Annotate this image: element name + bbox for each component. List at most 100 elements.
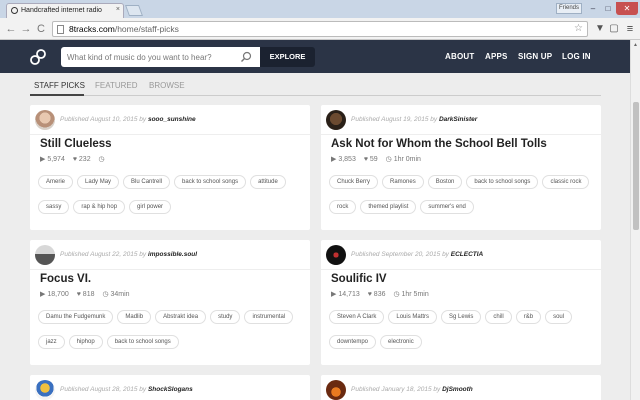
likes-count: ♥ 232 bbox=[72, 156, 91, 163]
browser-toolbar: ← → C 8tracks.com/home/staff-picks ☆ ▼ ▢… bbox=[0, 18, 640, 40]
card-divider bbox=[321, 269, 601, 270]
address-bar[interactable]: 8tracks.com/home/staff-picks ☆ bbox=[52, 21, 588, 37]
tag[interactable]: Chuck Berry bbox=[329, 175, 379, 189]
username-link[interactable]: ShockSlogans bbox=[148, 386, 193, 393]
username-link[interactable]: sooo_sunshine bbox=[148, 116, 196, 123]
reload-icon[interactable]: C bbox=[34, 22, 48, 36]
mix-title[interactable]: Focus VI. bbox=[40, 273, 91, 285]
tag[interactable]: Madlib bbox=[117, 310, 152, 324]
tab-featured[interactable]: FEATURED bbox=[95, 81, 138, 90]
tag[interactable]: Blu Cantrell bbox=[123, 175, 171, 189]
tag[interactable]: Abstrakt idea bbox=[155, 310, 207, 324]
mix-title[interactable]: Still Clueless bbox=[40, 138, 112, 150]
browser-tab[interactable]: Handcrafted internet radio × bbox=[6, 3, 124, 18]
tag[interactable]: Ramones bbox=[382, 175, 424, 189]
tag[interactable]: rock bbox=[329, 200, 357, 214]
browser-tab-title: Handcrafted internet radio bbox=[21, 7, 102, 14]
mix-card[interactable]: Published September 20, 2015 by ECLECTIA… bbox=[321, 240, 601, 365]
published-date: Published September 20, 2015 by bbox=[351, 251, 449, 258]
tag[interactable]: Steven A Clark bbox=[329, 310, 385, 324]
scroll-up-arrow-icon[interactable]: ▲ bbox=[633, 42, 638, 48]
mix-title[interactable]: Ask Not for Whom the School Bell Tolls bbox=[331, 138, 547, 150]
username-link[interactable]: impossible.soul bbox=[148, 251, 197, 258]
nav-apps-link[interactable]: APPS bbox=[485, 52, 508, 61]
avatar[interactable] bbox=[326, 380, 346, 400]
tag[interactable]: soul bbox=[545, 310, 573, 324]
tag[interactable]: themed playlist bbox=[360, 200, 417, 214]
duration-icon: ◷ bbox=[98, 156, 105, 163]
profile-button[interactable]: Friends bbox=[556, 3, 582, 14]
mix-card[interactable]: Published August 10, 2015 by sooo_sunshi… bbox=[30, 105, 310, 230]
active-tab-indicator bbox=[30, 94, 84, 96]
tag[interactable]: sassy bbox=[38, 200, 70, 214]
avatar[interactable] bbox=[35, 380, 55, 400]
tag[interactable]: Sg Lewis bbox=[441, 310, 482, 324]
tag[interactable]: Amerie bbox=[38, 175, 74, 189]
mix-card[interactable]: Published August 19, 2015 by DarkSiniste… bbox=[321, 105, 601, 230]
tag[interactable]: Lady May bbox=[77, 175, 120, 189]
avatar[interactable] bbox=[326, 110, 346, 130]
published-info: Published August 22, 2015 by impossible.… bbox=[60, 251, 197, 258]
chrome-menu-icon[interactable]: ≡ bbox=[624, 23, 636, 35]
tag[interactable]: hiphop bbox=[68, 335, 103, 349]
avatar[interactable] bbox=[326, 245, 346, 265]
username-link[interactable]: DjSmooth bbox=[442, 386, 473, 393]
mix-card[interactable]: Published January 18, 2015 by DjSmooth bbox=[321, 375, 601, 400]
tag[interactable]: Boston bbox=[427, 175, 463, 189]
mix-title[interactable]: Soulific IV bbox=[331, 273, 387, 285]
page-scrollbar[interactable]: ▲ bbox=[630, 40, 640, 400]
mix-stats: ▶ 18,700 ♥ 818 ◷ 34min bbox=[40, 290, 136, 298]
tag[interactable]: downtempo bbox=[329, 335, 377, 349]
tab-staff-picks[interactable]: STAFF PICKS bbox=[34, 81, 85, 90]
maximize-button[interactable]: □ bbox=[601, 2, 615, 15]
tag[interactable]: chill bbox=[485, 310, 512, 324]
extension-icon[interactable]: ▼ bbox=[594, 23, 606, 35]
bookmark-star-icon[interactable]: ☆ bbox=[574, 23, 583, 34]
explore-button[interactable]: EXPLORE bbox=[260, 47, 315, 67]
avatar[interactable] bbox=[35, 245, 55, 265]
mix-card[interactable]: Published August 22, 2015 by impossible.… bbox=[30, 240, 310, 365]
mix-stats: ▶ 3,853 ♥ 59 ◷ 1hr 0min bbox=[331, 155, 427, 163]
back-arrow-icon[interactable]: ← bbox=[4, 22, 18, 36]
tag[interactable]: girl power bbox=[129, 200, 172, 214]
tab-browse[interactable]: BROWSE bbox=[149, 81, 185, 90]
close-tab-icon[interactable]: × bbox=[116, 6, 120, 13]
username-link[interactable]: ECLECTIA bbox=[451, 251, 484, 258]
new-tab-button[interactable] bbox=[124, 5, 144, 16]
tag[interactable]: Damu the Fudgemunk bbox=[38, 310, 114, 324]
minimize-button[interactable]: – bbox=[586, 2, 600, 15]
tag[interactable]: r&b bbox=[515, 310, 542, 324]
scrollbar-thumb[interactable] bbox=[633, 102, 639, 230]
nav-login-link[interactable]: LOG IN bbox=[562, 52, 591, 61]
tag[interactable]: back to school songs bbox=[466, 175, 539, 189]
published-info: Published August 10, 2015 by sooo_sunshi… bbox=[60, 116, 196, 123]
tag[interactable]: back to school songs bbox=[174, 175, 247, 189]
mix-stats: ▶ 14,713 ♥ 836 ◷ 1hr 5min bbox=[331, 290, 435, 298]
tag[interactable]: electronic bbox=[380, 335, 422, 349]
tag[interactable]: back to school songs bbox=[106, 335, 179, 349]
likes-count: ♥ 836 bbox=[367, 291, 386, 298]
tag[interactable]: classic rock bbox=[542, 175, 590, 189]
forward-arrow-icon[interactable]: → bbox=[19, 22, 33, 36]
tag[interactable]: Louis Mattrs bbox=[388, 310, 438, 324]
nav-signup-link[interactable]: SIGN UP bbox=[518, 52, 552, 61]
nav-about-link[interactable]: ABOUT bbox=[445, 52, 474, 61]
extension-icon-2[interactable]: ▢ bbox=[608, 23, 620, 35]
mix-card[interactable]: Published August 28, 2015 by ShockSlogan… bbox=[30, 375, 310, 400]
avatar[interactable] bbox=[35, 110, 55, 130]
url-path: /home/staff-picks bbox=[114, 24, 179, 34]
published-date: Published August 10, 2015 by bbox=[60, 116, 147, 123]
8tracks-logo-icon[interactable] bbox=[29, 48, 47, 66]
tag[interactable]: summer's end bbox=[420, 200, 474, 214]
tag[interactable]: study bbox=[210, 310, 241, 324]
published-date: Published August 19, 2015 by bbox=[351, 116, 438, 123]
username-link[interactable]: DarkSinister bbox=[439, 116, 477, 123]
tag[interactable]: rap & hip hop bbox=[73, 200, 126, 214]
tag[interactable]: attitude bbox=[250, 175, 286, 189]
tag[interactable]: instrumental bbox=[244, 310, 294, 324]
tag[interactable]: jazz bbox=[38, 335, 65, 349]
published-info: Published August 19, 2015 by DarkSiniste… bbox=[351, 116, 477, 123]
search-icon[interactable] bbox=[240, 51, 252, 63]
search-input[interactable] bbox=[61, 47, 260, 67]
window-close-button[interactable]: ✕ bbox=[616, 2, 638, 15]
